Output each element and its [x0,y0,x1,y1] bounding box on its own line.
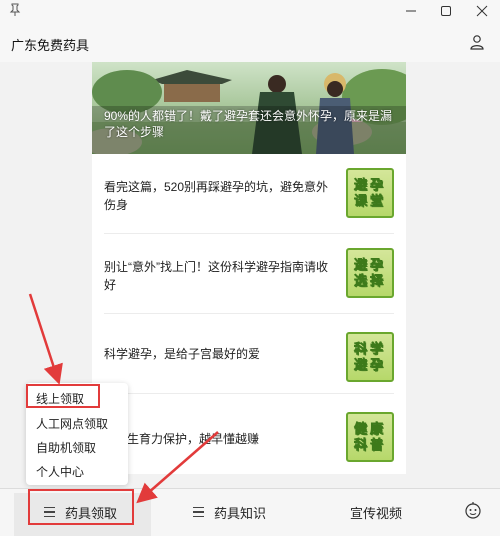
thumb-text-top: 避孕 [353,257,386,273]
annotation-box-tab [28,489,134,525]
article-thumbnail: 健康 科普 [346,412,394,462]
menu-icon [193,507,204,517]
menu-item-personal-center[interactable]: 个人中心 [36,463,84,480]
article-title: 别让“意外”找上门！这份科学避孕指南请收好 [104,260,328,292]
tab-drug-knowledge[interactable]: 药具知识 [193,500,266,524]
menu-item-manual-outlet[interactable]: 人工网点领取 [36,415,108,432]
banner[interactable]: 90%的人都错了！戴了避孕套还会意外怀孕，原来是漏了这个步骤 [92,62,406,154]
minimize-icon[interactable] [402,2,420,20]
tab-label: 宣传视频 [350,505,403,521]
thumb-text-top: 避孕 [353,177,386,193]
thumb-text-bottom: 选择 [353,273,386,289]
annotation-arrow [28,293,63,385]
thumb-text-bottom: 课堂 [353,193,386,209]
article-feed: 90%的人都错了！戴了避孕套还会意外怀孕，原来是漏了这个步骤 看完这篇，520别… [92,62,406,474]
close-icon[interactable] [473,2,491,20]
article-item[interactable]: 看完这篇，520别再踩避孕的坑，避免意外伤身 避孕 课堂 [92,154,406,234]
user-icon[interactable] [469,34,485,50]
app-header: 广东免费药具 [0,22,500,62]
article-item[interactable]: 别让“意外”找上门！这份科学避孕指南请收好 避孕 选择 [92,234,406,314]
window-titlebar [0,0,500,22]
article-thumbnail: 科学 避孕 [346,332,394,382]
thumb-text-top: 健康 [353,421,386,437]
article-item[interactable]: 科学避孕，是给子宫最好的爱 科学 避孕 [92,314,406,394]
thumb-text-bottom: 避孕 [353,357,386,373]
banner-caption: 90%的人都错了！戴了避孕套还会意外怀孕，原来是漏了这个步骤 [104,109,393,139]
article-title: 科学避孕，是给子宫最好的爱 [104,347,261,361]
app-title: 广东免费药具 [11,38,90,53]
thumb-text-bottom: 科普 [353,437,386,453]
article-title: 看完这篇，520别再踩避孕的坑，避免意外伤身 [104,180,329,212]
article-thumbnail: 避孕 选择 [346,248,394,298]
article-title: 生育力保护，越早懂越赚 [127,432,260,446]
tab-promo-video[interactable]: 宣传视频 [350,500,402,524]
annotation-box-menu [26,384,100,408]
article-item[interactable]: 生育力保护，越早懂越赚 健康 科普 [92,394,406,474]
tab-label: 药具知识 [214,505,267,521]
thumb-text-top: 科学 [353,341,386,357]
menu-item-kiosk[interactable]: 自助机领取 [36,439,96,456]
article-thumbnail: 避孕 课堂 [346,168,394,218]
pin-icon[interactable] [8,3,22,17]
robot-icon[interactable] [464,501,482,519]
maximize-icon[interactable] [437,2,455,20]
